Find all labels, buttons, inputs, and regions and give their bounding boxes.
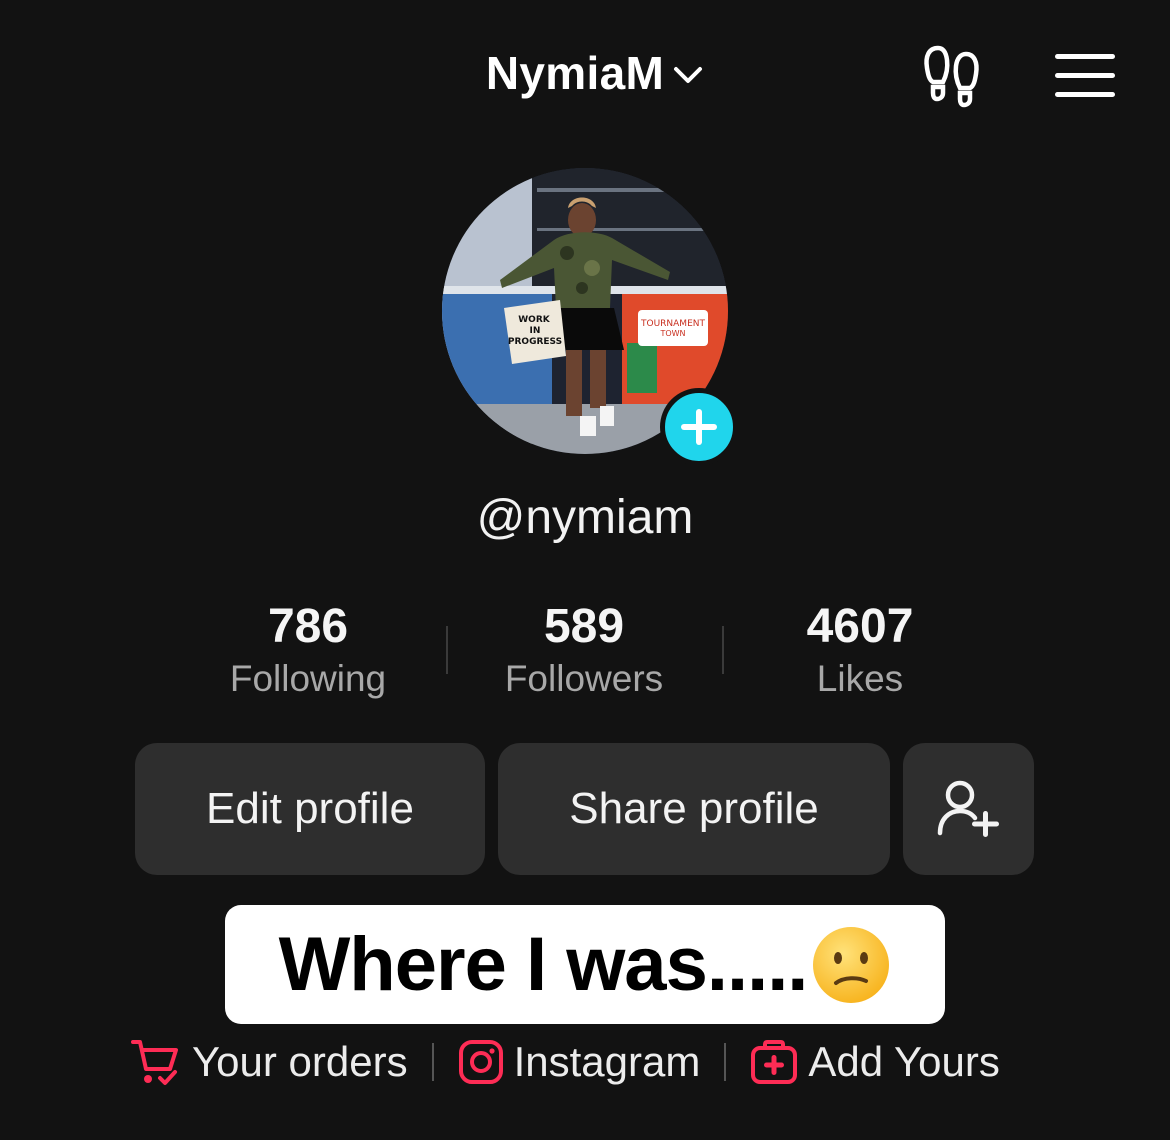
avatar-banner-line2: TOWN xyxy=(659,329,685,338)
add-avatar-button[interactable] xyxy=(660,388,738,466)
avatar-sign-line3: PROGRESS xyxy=(508,337,562,347)
stat-value: 786 xyxy=(267,600,349,653)
link-separator xyxy=(724,1043,727,1081)
link-label: Your orders xyxy=(192,1038,408,1085)
confused-face-icon xyxy=(813,926,890,1003)
caption-sticker: Where I was..... xyxy=(225,905,945,1024)
username-title[interactable]: NymiaM xyxy=(486,46,664,100)
avatar-banner-line1: TOURNAMENT xyxy=(640,319,705,329)
account-switcher[interactable]: NymiaM xyxy=(0,46,1170,100)
stat-label: Following xyxy=(229,658,387,699)
stat-followers[interactable]: 589 Followers xyxy=(446,598,722,700)
your-orders-link[interactable]: Your orders xyxy=(130,1036,408,1088)
link-label: Add Yours xyxy=(808,1038,1000,1085)
stat-following[interactable]: 786 Following xyxy=(170,598,446,700)
avatar-sign-line1: WORK xyxy=(518,315,551,325)
share-profile-button[interactable]: Share profile xyxy=(498,743,890,875)
footprint-icon[interactable] xyxy=(916,40,990,114)
add-yours-icon xyxy=(751,1040,798,1084)
profile-page: NymiaM TOURNAMENT TOWN WORK IN PROGRESS … xyxy=(0,0,1170,1140)
stat-likes[interactable]: 4607 Likes xyxy=(722,598,998,700)
link-separator xyxy=(431,1043,434,1081)
stat-value: 4607 xyxy=(806,600,914,653)
menu-icon[interactable] xyxy=(1052,50,1118,102)
plus-icon xyxy=(681,409,717,445)
stat-divider xyxy=(722,626,724,674)
caption-text: Where I was..... xyxy=(278,922,809,1007)
stat-label: Likes xyxy=(816,658,904,699)
profile-handle: @nymiam xyxy=(476,491,694,544)
profile-stats: 786 Following 589 Followers 4607 Likes xyxy=(170,598,1000,700)
stat-value: 589 xyxy=(543,600,625,653)
add-yours-link[interactable]: Add Yours xyxy=(750,1038,1000,1086)
stat-divider xyxy=(446,626,448,674)
avatar-sign-line2: IN xyxy=(530,326,541,336)
add-friends-button[interactable] xyxy=(903,743,1034,875)
stat-label: Followers xyxy=(504,658,664,699)
profile-links: Your orders Instagram Add Yours xyxy=(130,1036,1000,1088)
instagram-link[interactable]: Instagram xyxy=(458,1038,701,1086)
cart-icon xyxy=(131,1040,178,1085)
instagram-icon xyxy=(458,1040,503,1084)
chevron-down-icon[interactable] xyxy=(670,57,706,93)
add-user-icon xyxy=(937,780,999,837)
link-label: Instagram xyxy=(513,1038,701,1085)
edit-profile-button[interactable]: Edit profile xyxy=(135,743,485,875)
